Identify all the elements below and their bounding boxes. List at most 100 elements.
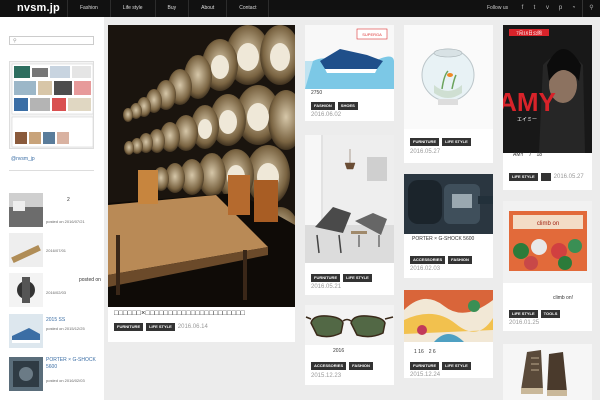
recent-post[interactable]: posted on 2016/02/03 [9, 273, 101, 307]
search-input[interactable]: ⚲ [9, 36, 94, 45]
post-tags: ACCESSORIES FASHION [410, 256, 472, 264]
tag-furniture[interactable]: FURNITURE [311, 274, 341, 282]
post-title[interactable]: PORTER × G-SHOCK 5600 [412, 236, 474, 243]
nav-fashion[interactable]: Fashion [67, 0, 110, 17]
amy-poster-title: AMY [503, 87, 556, 117]
post-card[interactable]: □□□□□□×□□□□□□□□□□□□□□□□□□□□□□ FURNITURE … [108, 25, 295, 342]
post-date: 2016.05.21 [311, 284, 342, 290]
climb-on-logo: climb on [537, 221, 559, 227]
post-card[interactable] [503, 344, 592, 400]
post-image[interactable] [404, 290, 493, 342]
recent-post[interactable]: 2016/07/01 [9, 233, 94, 267]
recent-post-thumb[interactable] [9, 314, 43, 348]
recent-post-date: posted on 2016/02/03 [46, 378, 85, 383]
post-tags: LIFE STYLE 2016.05.27 [509, 173, 584, 181]
tag-lifestyle[interactable]: LIFE STYLE [509, 173, 538, 181]
post-tags: LIFE STYLE TOOLS [509, 310, 561, 318]
post-image[interactable] [404, 25, 493, 129]
amy-poster-subtitle: エイミー [517, 117, 537, 123]
post-title[interactable]: AMY 7 18 [513, 152, 588, 159]
recent-post-date: posted on 2015/12/25 [46, 326, 85, 331]
recent-post-thumb[interactable] [9, 233, 43, 267]
top-header: nvsm.jp Fashion Life style Buy About Con… [0, 0, 600, 17]
post-image[interactable] [404, 174, 493, 234]
tag-accessories[interactable]: ACCESSORIES [311, 362, 347, 370]
nav-about[interactable]: About [188, 0, 226, 17]
post-date: 2016.05.27 [410, 149, 441, 155]
recent-post-thumb[interactable] [9, 273, 43, 307]
post-card[interactable]: FURNITURE LIFE STYLE 2016.05.21 [305, 135, 394, 295]
nav-contact[interactable]: Contact [226, 0, 270, 17]
post-title[interactable]: 2016 [333, 348, 344, 355]
tag-fashion[interactable]: FASHION [448, 256, 472, 264]
post-date: 2016.06.14 [177, 324, 208, 330]
tag-furniture[interactable]: FURNITURE [410, 138, 440, 146]
post-tags: ACCESSORIES FASHION [311, 362, 373, 370]
recent-post[interactable]: 2015 SS posted on 2015/12/25 [9, 314, 94, 348]
tag-lifestyle[interactable]: LIFE STYLE [442, 362, 471, 370]
tag-furniture[interactable]: FURNITURE [114, 323, 144, 331]
post-tags: FASHION SHOES [311, 102, 358, 110]
instagram-handle[interactable]: @nvsm_jp [11, 156, 35, 162]
post-tags: FURNITURE LIFE STYLE [410, 138, 471, 146]
recent-post[interactable]: PORTER × G-SHOCK 5600 posted on 2016/02/… [9, 357, 96, 391]
tag-fashion[interactable]: FASHION [349, 362, 373, 370]
post-card[interactable]: climb on climb on! LIFE STYLE TOOLS 2016… [503, 201, 592, 331]
tag-furniture[interactable]: FURNITURE [410, 362, 440, 370]
tag-lifestyle[interactable]: LIFE STYLE [343, 274, 372, 282]
post-card[interactable]: 1 16 2 6 FURNITURE LIFE STYLE 2015.12.24 [404, 290, 493, 378]
superga-logo: SUPERGA [362, 32, 382, 37]
tag-lifestyle[interactable]: LIFE STYLE [146, 323, 175, 331]
tag-blank[interactable] [540, 173, 551, 181]
post-image[interactable]: 7月16日公開 AMY エイミー [503, 25, 592, 153]
post-title[interactable]: 2750 [311, 90, 322, 97]
post-date: 2016.01.25 [509, 320, 540, 326]
main-nav: Fashion Life style Buy About Contact [67, 0, 270, 17]
post-date: 2016.02.03 [410, 266, 441, 272]
post-image[interactable]: climb on [503, 201, 592, 283]
nav-lifestyle[interactable]: Life style [109, 0, 155, 17]
vimeo-icon[interactable]: v [543, 4, 552, 13]
recent-post-title[interactable]: PORTER × G-SHOCK 5600 [46, 357, 96, 371]
post-title[interactable]: 1 16 2 6 [414, 349, 436, 356]
post-card[interactable]: PORTER × G-SHOCK 5600 ACCESSORIES FASHIO… [404, 174, 493, 278]
post-card[interactable]: FURNITURE LIFE STYLE 2016.05.27 [404, 25, 493, 163]
pinterest-icon[interactable]: p [556, 4, 565, 13]
recent-post-date: 2016/02/03 [46, 290, 67, 295]
facebook-icon[interactable]: f [518, 4, 527, 13]
post-card[interactable]: SUPERGA 2750 FASHION SHOES 2016.06.02 [305, 25, 394, 121]
post-title[interactable]: □□□□□□×□□□□□□□□□□□□□□□□□□□□□□ [114, 310, 245, 317]
post-card[interactable]: 7月16日公開 AMY エイミー AMY 7 18 LIFE STYLE 201… [503, 25, 592, 190]
nav-buy[interactable]: Buy [154, 0, 189, 17]
post-image[interactable] [305, 305, 394, 345]
recent-post-title[interactable]: 2015 SS [46, 317, 96, 324]
post-tags: FURNITURE LIFE STYLE [311, 274, 372, 282]
tag-fashion[interactable]: FASHION [311, 102, 335, 110]
post-image[interactable] [503, 344, 592, 400]
recent-post-thumb[interactable] [9, 193, 43, 227]
tag-accessories[interactable]: ACCESSORIES [410, 256, 446, 264]
post-meta: FURNITURE LIFE STYLE 2016.06.14 [114, 323, 208, 331]
post-title[interactable]: climb on! [553, 295, 573, 302]
tag-tools[interactable]: TOOLS [540, 310, 561, 318]
recent-post[interactable]: 2 posted on 2016/07/21 [9, 193, 94, 227]
tag-shoes[interactable]: SHOES [337, 102, 358, 110]
post-card[interactable]: 2016 ACCESSORIES FASHION 2015.12.23 [305, 305, 394, 385]
sidebar: ⚲ @nvsm_jp 2 posted on 2016/07/21 2016/0… [0, 17, 104, 400]
rss-icon[interactable]: ◔ [569, 4, 578, 13]
site-logo[interactable]: nvsm.jp [17, 2, 60, 14]
twitter-icon[interactable]: t [530, 4, 539, 13]
post-date: 2016.06.02 [311, 112, 342, 118]
tag-lifestyle[interactable]: LIFE STYLE [442, 138, 471, 146]
recent-post-date: 2016/07/01 [46, 248, 67, 253]
post-date: 2015.12.24 [410, 372, 441, 378]
recent-post-thumb[interactable] [9, 357, 43, 391]
search-icon[interactable]: ⚲ [582, 0, 600, 17]
post-image[interactable]: SUPERGA [305, 25, 394, 89]
follow-us-label: Follow us [487, 5, 509, 11]
post-image[interactable] [108, 25, 295, 307]
search-field-icon: ⚲ [13, 38, 17, 44]
post-image[interactable] [305, 135, 394, 263]
tag-lifestyle[interactable]: LIFE STYLE [509, 310, 538, 318]
instagram-widget[interactable] [9, 61, 94, 149]
